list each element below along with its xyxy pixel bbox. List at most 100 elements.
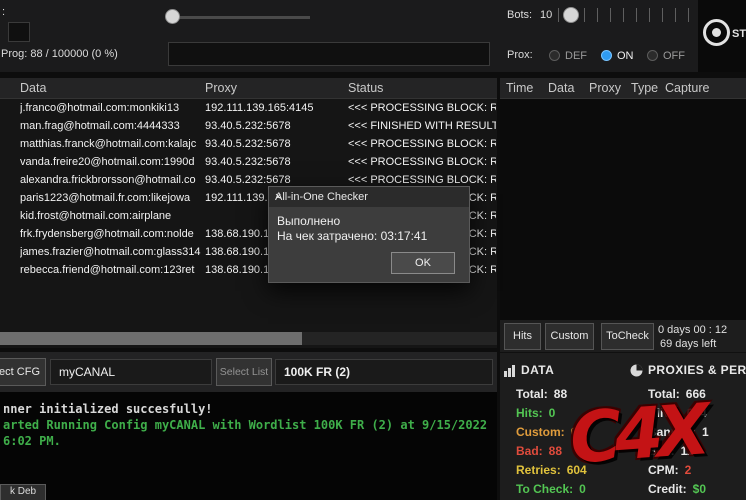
column-header-data: Data	[20, 81, 46, 95]
dialog-ok-button[interactable]: OK	[391, 252, 455, 274]
row-data: j.franco@hotmail.com:monkiki13	[20, 99, 204, 117]
table-row[interactable]: vanda.freire20@hotmail.com:1990d 93.40.5…	[0, 153, 497, 171]
horizontal-scrollbar[interactable]	[0, 332, 497, 345]
log-line: arted Running Config myCANAL with Wordli…	[3, 418, 487, 432]
stat-value: $0	[693, 482, 706, 496]
table-row[interactable]: man.frag@hotmail.com:4444333 93.40.5.232…	[0, 117, 497, 135]
stat-value: 0	[579, 482, 586, 496]
threads-slider-thumb[interactable]	[165, 9, 180, 24]
proxy-def-label[interactable]: DEF	[565, 50, 587, 62]
tocheck-button[interactable]: ToCheck	[601, 323, 654, 350]
stat-label: Credit:	[648, 482, 687, 496]
dialog-message-line2: На чек затрачено: 03:17:41	[277, 229, 427, 243]
row-data: alexandra.frickbrorsson@hotmail.co	[20, 171, 204, 189]
row-proxy: 192.111.139.165:4145	[205, 99, 347, 117]
column-header-type: Type	[631, 81, 658, 95]
row-proxy: 93.40.5.232:5678	[205, 135, 347, 153]
table-row[interactable]: matthias.franck@hotmail.com:kalajc 93.40…	[0, 135, 497, 153]
row-proxy: 93.40.5.232:5678	[205, 117, 347, 135]
debug-button[interactable]: k Deb	[0, 484, 46, 500]
results-table-panel: Time Data Proxy Type Capture	[500, 78, 746, 320]
bots-label: Bots:	[507, 9, 532, 21]
select-cfg-button[interactable]: ect CFG	[0, 358, 46, 386]
stat-value: 0	[549, 406, 556, 420]
log-line: 6:02 PM.	[3, 434, 61, 448]
stat-label: Retries:	[516, 463, 561, 477]
stat-row-tocheck: To Check: 0	[516, 482, 586, 496]
stat-label: Bad:	[516, 444, 543, 458]
select-list-button[interactable]: Select List	[216, 358, 272, 386]
row-data: vanda.freire20@hotmail.com:1990d	[20, 153, 204, 171]
stat-row-bad: Bad: 88	[516, 444, 562, 458]
proxy-def-radio[interactable]	[549, 50, 560, 61]
custom-button[interactable]: Custom	[545, 323, 594, 350]
proxy-on-radio[interactable]	[601, 50, 612, 61]
progress-label: Prog: 88 / 100000 (0 %)	[1, 48, 118, 60]
row-status: <<< PROCESSING BLOCK: RE	[348, 153, 496, 171]
pie-chart-icon	[630, 364, 643, 377]
row-data: rebecca.friend@hotmail.com:123ret	[20, 261, 204, 279]
hits-button[interactable]: Hits	[504, 323, 541, 350]
top-toolbar: : Prog: 88 / 100000 (0 %) Bots: 10 Prox:…	[0, 0, 746, 72]
row-status: <<< PROCESSING BLOCK: RE	[348, 99, 496, 117]
bots-value: 10	[540, 9, 552, 21]
proxy-on-label[interactable]: ON	[617, 50, 634, 62]
threads-slider[interactable]	[174, 16, 310, 19]
row-status: <<< PROCESSING BLOCK: RE	[348, 135, 496, 153]
column-header-proxy: Proxy	[205, 81, 237, 95]
checker-table-header: Data Proxy Status	[0, 78, 497, 99]
stat-row-total: Total: 88	[516, 387, 567, 401]
proxy-off-label[interactable]: OFF	[663, 50, 685, 62]
dialog-message-line1: Выполнено	[277, 214, 340, 228]
bots-slider[interactable]	[558, 8, 704, 22]
row-proxy: 93.40.5.232:5678	[205, 153, 347, 171]
column-header-data: Data	[548, 81, 574, 95]
row-data: james.frazier@hotmail.com:glass314	[20, 243, 204, 261]
corner-label: :	[2, 6, 5, 18]
dialog-close-icon[interactable]: ×	[275, 191, 463, 203]
column-header-capture: Capture	[665, 81, 709, 95]
dialog-titlebar[interactable]: All-in-One Checker ×	[269, 187, 469, 207]
stat-row-hits: Hits: 0	[516, 406, 555, 420]
bar-chart-icon	[503, 364, 516, 377]
row-status: <<< FINISHED WITH RESULT	[348, 117, 496, 135]
bots-slider-thumb[interactable]	[563, 7, 579, 23]
stat-row-credit: Credit: $0	[648, 482, 706, 496]
stat-label: Hits:	[516, 406, 543, 420]
prox-label: Prox:	[507, 49, 533, 61]
stop-icon-dot	[712, 28, 721, 37]
data-stats-header: DATA	[503, 363, 554, 377]
row-data: matthias.franck@hotmail.com:kalajc	[20, 135, 204, 153]
data-stats-title: DATA	[521, 363, 554, 377]
checker-window: : Prog: 88 / 100000 (0 %) Bots: 10 Prox:…	[0, 0, 746, 500]
stop-button[interactable]: STO	[698, 0, 746, 72]
stop-button-label: STO	[732, 28, 746, 40]
stat-value: 88	[554, 387, 567, 401]
horizontal-scrollbar-thumb[interactable]	[0, 332, 302, 345]
threads-input[interactable]	[8, 22, 30, 42]
stat-row-custom: Custom: 0	[516, 425, 577, 439]
wordlist-name-box[interactable]: 100K FR (2)	[275, 359, 493, 385]
column-header-status: Status	[348, 81, 383, 95]
stat-value: 88	[549, 444, 562, 458]
table-row[interactable]: j.franco@hotmail.com:monkiki13 192.111.1…	[0, 99, 497, 117]
stat-label: Total:	[516, 387, 548, 401]
column-header-proxy: Proxy	[589, 81, 621, 95]
watermark-logo: C4X	[567, 388, 705, 479]
message-dialog: All-in-One Checker × Выполнено На чек за…	[268, 186, 470, 283]
stat-label: Custom:	[516, 425, 565, 439]
row-data: paris1223@hotmail.fr.com:likejowa	[20, 189, 204, 207]
config-name-box[interactable]: myCANAL	[50, 359, 212, 385]
row-data: kid.frost@hotmail.com:airplane	[20, 207, 204, 225]
row-data: frk.frydensberg@hotmail.com:nolde	[20, 225, 204, 243]
elapsed-time-label: 0 days 00 : 12	[658, 324, 727, 336]
proxy-stats-title: PROXIES & PERFORMANCE	[648, 363, 746, 377]
log-area: nner initialized succesfully! arted Runn…	[0, 392, 497, 500]
top-text-input[interactable]	[168, 42, 490, 66]
row-data: man.frag@hotmail.com:4444333	[20, 117, 204, 135]
remaining-time-label: 69 days left	[660, 338, 716, 350]
stat-label: To Check:	[516, 482, 573, 496]
proxy-off-radio[interactable]	[647, 50, 658, 61]
log-line: nner initialized succesfully!	[3, 402, 213, 416]
column-header-time: Time	[506, 81, 533, 95]
